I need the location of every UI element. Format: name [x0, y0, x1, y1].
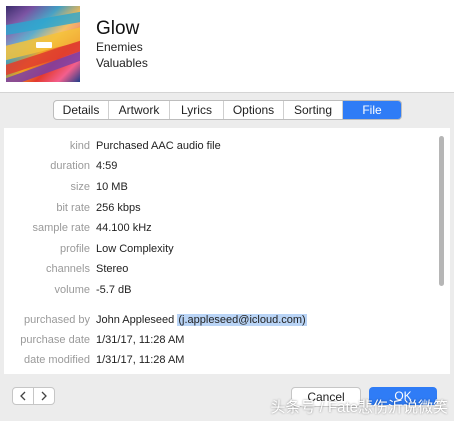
channels-value: Stereo [96, 263, 129, 275]
tab-file[interactable]: File [343, 101, 401, 119]
size-value: 10 MB [96, 181, 128, 193]
date-modified-value: 1/31/17, 11:28 AM [96, 354, 185, 366]
scrollbar-thumb[interactable] [439, 136, 444, 286]
purchased-by-label: purchased by [23, 314, 90, 326]
purchaser-name: John Appleseed [96, 314, 175, 326]
song-artist: Enemies [96, 40, 143, 54]
profile-row: profile Low Complexity [4, 240, 424, 258]
previous-button[interactable] [13, 388, 33, 404]
album-artwork [6, 6, 80, 82]
channels-row: channels Stereo [4, 260, 424, 278]
duration-label: duration [50, 160, 90, 172]
next-button[interactable] [33, 388, 54, 404]
purchased-by-row: purchased by John Appleseed (j.appleseed… [4, 311, 424, 329]
song-album: Valuables [96, 56, 148, 70]
purchase-date-label: purchase date [20, 334, 90, 346]
watermark-text: 头条号 / Fate悲伤沂说微笑 [270, 399, 448, 416]
bit-rate-row: bit rate 256 kbps [4, 199, 424, 217]
bit-rate-value: 256 kbps [96, 202, 141, 214]
tab-bar: Details Artwork Lyrics Options Sorting F… [53, 100, 402, 120]
header-divider [0, 92, 454, 93]
kind-value: Purchased AAC audio file [96, 140, 221, 152]
chevron-left-icon [20, 391, 26, 401]
get-info-window: Glow Enemies Valuables Details Artwork L… [0, 0, 454, 421]
volume-row: volume -5.7 dB [4, 281, 424, 299]
profile-value: Low Complexity [96, 243, 174, 255]
date-modified-row: date modified 1/31/17, 11:28 AM [4, 351, 424, 369]
duration-value: 4:59 [96, 160, 118, 172]
kind-row: kind Purchased AAC audio file [4, 137, 424, 155]
date-modified-label: date modified [23, 354, 90, 366]
channels-label: channels [45, 263, 90, 275]
purchaser-email[interactable]: (j.appleseed@icloud.com) [177, 314, 307, 326]
tab-artwork[interactable]: Artwork [109, 101, 170, 119]
duration-row: duration 4:59 [4, 157, 424, 175]
chevron-right-icon [41, 391, 47, 401]
purchase-date-value: 1/31/17, 11:28 AM [96, 334, 185, 346]
file-info-panel: kind Purchased AAC audio file duration 4… [4, 128, 450, 374]
kind-label: kind [69, 140, 90, 152]
tab-options[interactable]: Options [224, 101, 284, 119]
size-row: size 10 MB [4, 178, 424, 196]
purchase-date-row: purchase date 1/31/17, 11:28 AM [4, 331, 424, 349]
purchased-by-value: John Appleseed (j.appleseed@icloud.com) [96, 311, 307, 329]
sample-rate-value: 44.100 kHz [96, 222, 152, 234]
song-title: Glow [96, 18, 140, 39]
prev-next-control [12, 387, 55, 405]
size-label: size [70, 181, 90, 193]
volume-label: volume [54, 284, 90, 296]
sample-rate-label: sample rate [32, 222, 90, 234]
profile-label: profile [60, 243, 90, 255]
song-header: Glow Enemies Valuables [0, 0, 454, 92]
tab-lyrics[interactable]: Lyrics [170, 101, 224, 119]
sample-rate-row: sample rate 44.100 kHz [4, 219, 424, 237]
tab-sorting[interactable]: Sorting [284, 101, 343, 119]
volume-value: -5.7 dB [96, 284, 132, 296]
tab-details[interactable]: Details [54, 101, 109, 119]
bit-rate-label: bit rate [56, 202, 90, 214]
